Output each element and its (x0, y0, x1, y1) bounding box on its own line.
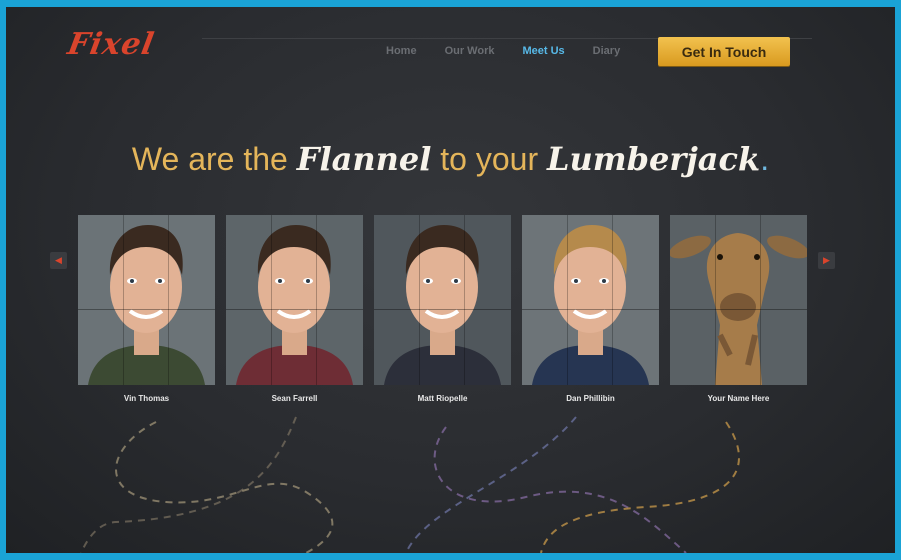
photo-grid-line (464, 215, 466, 385)
photo-grid-line (522, 308, 659, 310)
team-member-card[interactable]: Dan Phillibin (522, 215, 659, 403)
headline: We are the Flannel to your Lumberjack. (6, 140, 895, 178)
headline-text-1: We are the (131, 141, 297, 177)
photo-grid-line (168, 215, 170, 385)
get-in-touch-button[interactable]: Get In Touch (658, 37, 790, 66)
team-member-photo (78, 215, 215, 385)
headline-script-2: Lumberjack (547, 140, 761, 178)
team-member-name[interactable]: Dan Phillibin (522, 394, 659, 403)
decorative-trails (80, 416, 740, 553)
team-member-photo (226, 215, 363, 385)
team-member-name[interactable]: Sean Farrell (226, 394, 363, 403)
logo[interactable]: Fixel (65, 27, 157, 62)
arrow-left-icon: ◀ (55, 255, 62, 265)
page: Fixel Home Our Work Meet Us Diary Get In… (6, 7, 895, 553)
team-member-photo (374, 215, 511, 385)
nav-item-home[interactable]: Home (386, 45, 417, 57)
nav-item-meet-us[interactable]: Meet Us (522, 45, 564, 57)
photo-grid-line (760, 215, 762, 385)
photo-grid-line (374, 308, 511, 310)
photo-grid-line (670, 308, 807, 310)
main-nav: Home Our Work Meet Us Diary (386, 45, 648, 57)
nav-item-diary[interactable]: Diary (593, 45, 621, 57)
photo-grid-line (316, 215, 318, 385)
team-member-name[interactable]: Matt Riopelle (374, 394, 511, 403)
photo-grid-line (123, 215, 125, 385)
photo-grid-line (226, 308, 363, 310)
photo-grid-line (715, 215, 717, 385)
team-member-card[interactable]: Your Name Here (670, 215, 807, 403)
team-member-name[interactable]: Your Name Here (670, 394, 807, 403)
photo-grid-line (271, 215, 273, 385)
photo-grid-line (612, 215, 614, 385)
team-member-name[interactable]: Vin Thomas (78, 394, 215, 403)
carousel-prev-button[interactable]: ◀ (50, 252, 67, 269)
carousel-next-button[interactable]: ▶ (818, 252, 835, 269)
photo-grid-line (419, 215, 421, 385)
arrow-right-icon: ▶ (823, 255, 830, 265)
nav-item-our-work[interactable]: Our Work (445, 45, 495, 57)
team-member-card[interactable]: Sean Farrell (226, 215, 363, 403)
photo-grid-line (78, 308, 215, 310)
team-member-photo (522, 215, 659, 385)
team-member-card[interactable]: Matt Riopelle (374, 215, 511, 403)
photo-grid-line (567, 215, 569, 385)
team-member-card[interactable]: Vin Thomas (78, 215, 215, 403)
headline-text-2: to your (431, 141, 547, 177)
giraffe-photo (670, 215, 807, 385)
headline-script-1: Flannel (296, 140, 432, 178)
headline-dot: . (760, 141, 770, 177)
